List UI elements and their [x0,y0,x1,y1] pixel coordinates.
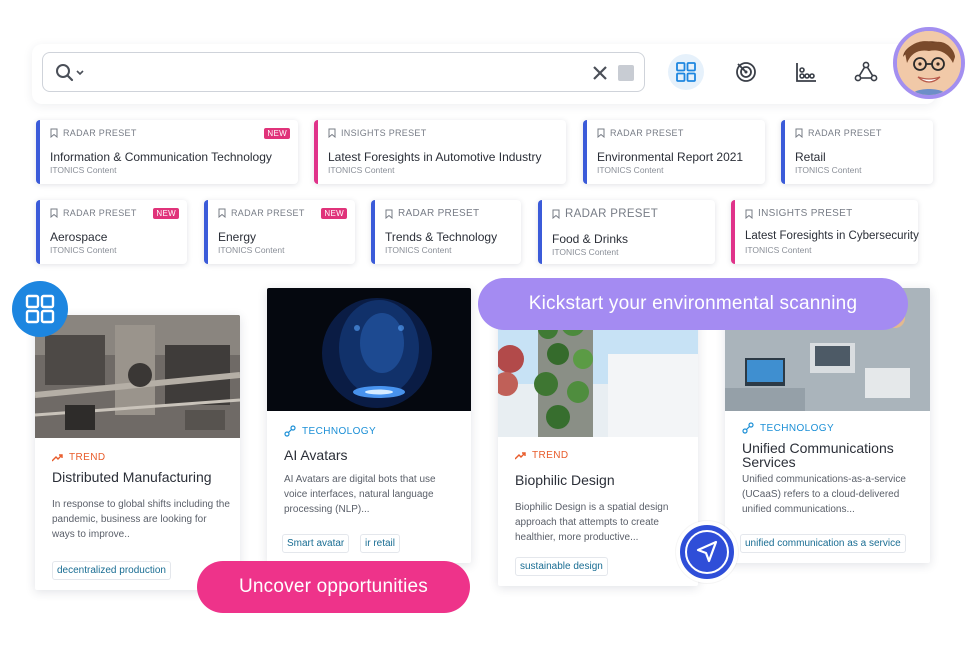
bookmark-icon [50,128,58,138]
card-image [35,315,240,438]
bookmark-icon [552,209,560,219]
card-tag[interactable]: ir retail [360,534,401,553]
preset-source: ITONICS Content [745,245,812,255]
preset-source: ITONICS Content [385,245,452,255]
clear-icon[interactable] [590,63,610,83]
bookmark-icon [385,209,393,219]
preset-card[interactable]: RADAR PRESET Food & Drinks ITONICS Conte… [538,200,715,264]
content-card[interactable]: TECHNOLOGY AI Avatars AI Avatars are dig… [267,288,471,563]
preset-card[interactable]: RADAR PRESET NEW Energy ITONICS Content [204,200,355,264]
preset-title: Trends & Technology [385,230,498,244]
preset-card[interactable]: RADAR PRESET Trends & Technology ITONICS… [371,200,521,264]
card-description: AI Avatars are digital bots that use voi… [284,474,436,515]
card-category: TECHNOLOGY [302,425,377,437]
preset-title: Food & Drinks [552,232,629,246]
preset-card[interactable]: INSIGHTS PRESET Latest Foresights in Cyb… [731,200,919,264]
card-title: AI Avatars [284,447,348,463]
preset-title: Information & Communication Technology [50,150,272,164]
search-icon[interactable] [55,63,89,83]
card-category: TREND [532,450,569,461]
uncover-callout: Uncover opportunities [197,561,470,613]
preset-card[interactable]: INSIGHTS PRESET Latest Foresights in Aut… [314,120,566,184]
card-description: Unified communications-as-a-service (UCa… [742,474,906,515]
preset-title: Environmental Report 2021 [597,150,744,164]
trending-up-icon [515,451,526,459]
card-image [498,314,698,437]
preset-kind: INSIGHTS PRESET [341,128,427,138]
chart-icon [796,63,816,82]
bookmark-icon [328,128,336,138]
preset-source: ITONICS Content [218,245,285,255]
preset-card[interactable]: RADAR PRESET Environmental Report 2021 I… [583,120,765,184]
technology-icon [284,425,296,437]
preset-title: Aerospace [50,230,108,244]
send-fab-button[interactable] [676,521,738,583]
card-description: Biophilic Design is a spatial design app… [515,502,669,543]
content-card[interactable]: TREND Distributed Manufacturing In respo… [35,315,240,590]
preset-source: ITONICS Content [597,165,664,175]
new-badge: NEW [153,208,179,219]
preset-title: Latest Foresights in Cybersecurity [745,230,919,242]
bookmark-icon [218,208,226,218]
radar-icon [736,62,756,82]
grid-view-button[interactable] [668,54,704,90]
trending-up-icon [52,453,63,461]
kickstart-callout: Kickstart your environmental scanning [478,278,908,330]
bookmark-icon [597,128,605,138]
bookmark-icon [745,209,753,219]
grid-fab-button[interactable] [12,281,68,337]
card-title: Distributed Manufacturing [52,469,212,485]
network-icon [854,61,878,82]
avatar-portrait-icon [897,31,961,95]
new-badge: NEW [321,208,347,219]
preset-source: ITONICS Content [50,245,117,255]
bookmark-icon [50,208,58,218]
bookmark-icon [795,128,803,138]
card-category: TREND [69,452,106,463]
card-tag[interactable]: decentralized production [52,561,171,580]
preset-kind: RADAR PRESET [398,208,480,219]
technology-icon [742,422,754,434]
card-title: Biophilic Design [515,472,615,488]
preset-kind: RADAR PRESET [610,128,684,138]
card-tag[interactable]: Smart avatar [282,534,350,553]
preset-kind: RADAR PRESET [63,208,137,218]
search-box[interactable] [42,52,645,92]
preset-kind: RADAR PRESET [231,208,305,218]
card-title: Unified Communications Services [742,440,894,470]
preset-source: ITONICS Content [552,247,619,257]
preset-title: Energy [218,230,257,244]
preset-source: ITONICS Content [795,165,862,175]
preset-title: Retail [795,150,826,164]
top-toolbar [32,44,936,104]
chart-view-button[interactable] [788,54,824,90]
preset-card[interactable]: RADAR PRESET NEW Aerospace ITONICS Conte… [36,200,187,264]
network-view-button[interactable] [848,54,884,90]
content-card[interactable]: TREND Biophilic Design Biophilic Design … [498,314,698,586]
navigation-arrow-icon [685,530,729,574]
preset-source: ITONICS Content [328,165,395,175]
preset-kind: INSIGHTS PRESET [758,208,853,219]
card-tag[interactable]: sustainable design [515,557,608,576]
radar-view-button[interactable] [728,54,764,90]
preset-kind: RADAR PRESET [565,208,659,220]
preset-card[interactable]: RADAR PRESET Retail ITONICS Content [781,120,933,184]
grid-icon [676,62,696,82]
card-tag[interactable]: unified communication as a service [740,534,906,553]
preset-source: ITONICS Content [50,165,117,175]
search-input[interactable] [97,59,567,85]
user-avatar[interactable] [893,27,965,99]
preset-kind: RADAR PRESET [63,128,137,138]
preset-kind: RADAR PRESET [808,128,882,138]
new-badge: NEW [264,128,290,139]
card-description: In response to global shifts including t… [52,499,230,540]
grid-icon [25,294,55,324]
preset-title: Latest Foresights in Automotive Industry [328,150,542,164]
preset-card[interactable]: RADAR PRESET NEW Information & Communica… [36,120,298,184]
enter-key-icon[interactable] [618,65,634,81]
card-category: TECHNOLOGY [760,422,835,434]
card-image [267,288,471,411]
